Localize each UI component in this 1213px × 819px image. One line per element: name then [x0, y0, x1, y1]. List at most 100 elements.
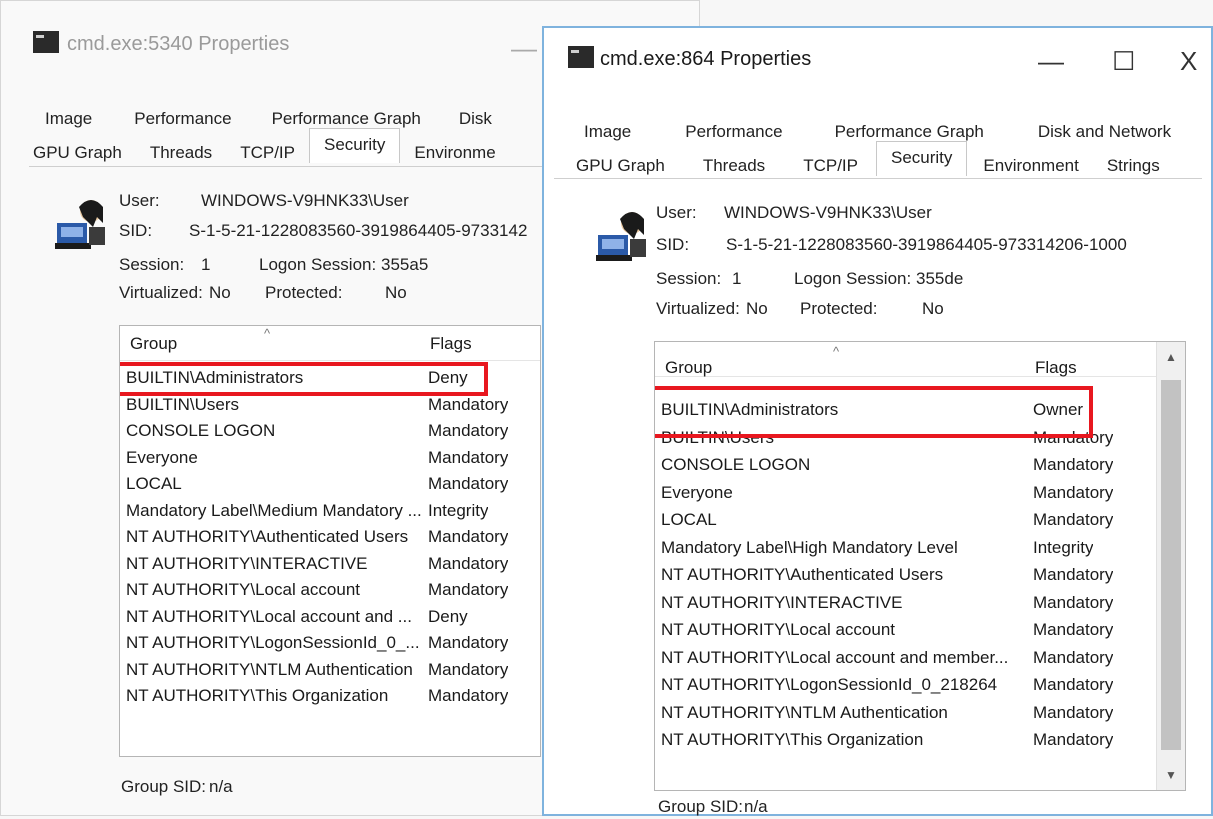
group-cell: Mandatory Label\High Mandatory Level [661, 537, 958, 557]
front-virtualized-value: No [746, 299, 768, 318]
back-column-flags[interactable]: Flags [430, 334, 472, 354]
front-tab-image[interactable]: Image [580, 122, 635, 142]
table-row[interactable]: NT AUTHORITY\NTLM Authentication Mandator… [655, 701, 1185, 726]
back-tab-gpu-graph[interactable]: GPU Graph [29, 143, 126, 163]
flags-cell: Mandatory [1033, 482, 1114, 502]
table-row[interactable]: NT AUTHORITY\INTERACTIVE Mandatory [655, 591, 1185, 616]
table-row[interactable]: NT AUTHORITY\LogonSessionId_0_218264 Mand… [655, 673, 1185, 698]
table-row[interactable]: NT AUTHORITY\This Organization Mandatory [655, 728, 1185, 753]
table-row[interactable]: NT AUTHORITY\INTERACTIVE Mandatory [120, 552, 540, 577]
front-group-sid-label: Group SID: [658, 797, 744, 816]
group-cell: NT AUTHORITY\INTERACTIVE [126, 553, 368, 573]
front-security-panel: User: WINDOWS-V9HNK33\User SID: S-1-5-21… [554, 178, 1202, 819]
back-group-sid-label: Group SID: [121, 777, 207, 796]
front-tab-performance[interactable]: Performance [681, 122, 786, 142]
group-cell: CONSOLE LOGON [661, 455, 811, 474]
front-logon-value: 355de [916, 269, 964, 288]
table-row[interactable]: NT AUTHORITY\LogonSessionId_0_... Mandato… [120, 631, 540, 656]
table-row[interactable]: NT AUTHORITY\NTLM Authentication Mandator… [120, 658, 540, 683]
group-cell: CONSOLE LOGON [126, 421, 276, 440]
flags-cell: Integrity [1033, 537, 1094, 557]
front-user-label: User: [656, 203, 697, 222]
front-sid-value: S-1-5-21-1228083560-3919864405-973314206… [726, 235, 1127, 254]
group-cell: BUILTIN\Users [126, 394, 240, 414]
flags-cell: Mandatory [428, 474, 509, 493]
sort-up-icon: ^ [264, 326, 271, 341]
table-row[interactable]: NT AUTHORITY\Local account Mandatory [120, 578, 540, 603]
front-properties-window[interactable]: cmd.exe:864 Properties — ☐ X Image Perfo… [542, 26, 1213, 816]
back-tab-disk[interactable]: Disk [455, 109, 496, 129]
front-session-label: Session: [656, 269, 722, 288]
front-session-value: 1 [732, 269, 742, 288]
scroll-down-icon[interactable]: ▼ [1157, 768, 1185, 782]
back-group-sid-value: n/a [209, 777, 233, 796]
front-tab-strings[interactable]: Strings [1103, 156, 1164, 176]
sort-up-icon: ^ [833, 344, 840, 359]
table-row[interactable]: LOCAL Mandatory [120, 472, 540, 497]
front-sid-label: SID: [656, 235, 690, 254]
back-tab-performance[interactable]: Performance [130, 109, 235, 129]
flags-cell: Mandatory [1033, 592, 1114, 612]
table-row[interactable]: CONSOLE LOGON Mandatory [655, 453, 1185, 478]
front-tab-performance-graph[interactable]: Performance Graph [831, 122, 988, 142]
table-row[interactable]: NT AUTHORITY\Local account Mandatory [655, 618, 1185, 643]
table-row[interactable]: CONSOLE LOGON Mandatory [120, 419, 540, 444]
back-protected-label: Protected: [265, 283, 343, 302]
back-security-panel: User: WINDOWS-V9HNK33\User SID: S-1-5-21… [29, 166, 569, 817]
front-group-list[interactable]: Group ^ Flags BUILTIN\Administrators Owne… [654, 341, 1186, 791]
table-row[interactable]: BUILTIN\Users Mandatory [120, 393, 540, 418]
back-tab-threads[interactable]: Threads [146, 143, 216, 163]
front-tab-threads[interactable]: Threads [699, 156, 769, 176]
table-row[interactable]: Mandatory Label\Medium Mandatory ... Inte… [120, 499, 540, 524]
table-row[interactable]: NT AUTHORITY\Authenticated Users Mandator… [655, 563, 1185, 588]
table-row[interactable]: NT AUTHORITY\Authenticated Users Mandator… [120, 525, 540, 550]
maximize-button[interactable]: ☐ [1112, 48, 1135, 74]
group-cell: NT AUTHORITY\Local account [126, 580, 360, 599]
front-tab-disk-network[interactable]: Disk and Network [1034, 122, 1175, 142]
flags-cell: Deny [428, 606, 468, 626]
front-column-flags[interactable]: Flags [1035, 358, 1077, 378]
table-row[interactable]: NT AUTHORITY\Local account and member...… [655, 646, 1185, 671]
scrollbar-thumb[interactable] [1161, 380, 1181, 750]
back-group-list[interactable]: Group ^ Flags BUILTIN\Administrators Deny… [119, 325, 541, 757]
back-tab-security[interactable]: Security [308, 128, 401, 163]
group-cell: NT AUTHORITY\This Organization [661, 730, 924, 749]
front-column-group[interactable]: Group [665, 358, 712, 378]
group-cell: NT AUTHORITY\This Organization [126, 686, 389, 705]
close-button[interactable]: X [1180, 48, 1197, 74]
back-tab-tcpip[interactable]: TCP/IP [236, 143, 299, 163]
back-column-group[interactable]: Group [130, 334, 177, 354]
flags-cell: Mandatory [428, 633, 509, 652]
front-logon-label: Logon Session: [794, 269, 912, 288]
back-virtualized-label: Virtualized: [119, 283, 203, 302]
front-tab-security[interactable]: Security [875, 141, 968, 176]
front-tab-gpu-graph[interactable]: GPU Graph [572, 156, 669, 176]
flags-cell: Mandatory [1033, 620, 1114, 639]
table-row[interactable]: Everyone Mandatory [655, 481, 1185, 506]
group-cell: NT AUTHORITY\Local account and ... [126, 606, 412, 626]
back-tab-performance-graph[interactable]: Performance Graph [268, 109, 425, 129]
table-row[interactable]: LOCAL Mandatory [655, 508, 1185, 533]
table-row[interactable]: NT AUTHORITY\This Organization Mandatory [120, 684, 540, 709]
flags-cell: Mandatory [1033, 675, 1114, 694]
group-cell: LOCAL [661, 510, 717, 529]
group-cell: NT AUTHORITY\NTLM Authentication [661, 702, 948, 722]
user-icon [596, 212, 646, 261]
back-minimize-button[interactable]: — [511, 35, 537, 61]
back-tab-environment[interactable]: Environme [410, 143, 499, 163]
front-window-title: cmd.exe:864 Properties [600, 48, 812, 70]
back-tab-image[interactable]: Image [41, 109, 96, 129]
front-tab-environment[interactable]: Environment [979, 156, 1082, 176]
table-row[interactable]: Mandatory Label\High Mandatory Level Inte… [655, 536, 1185, 561]
table-row[interactable]: Everyone Mandatory [120, 446, 540, 471]
table-row[interactable]: NT AUTHORITY\Local account and ... Deny [120, 605, 540, 630]
minimize-button[interactable]: — [1038, 48, 1064, 74]
group-cell: Everyone [126, 447, 198, 467]
flags-cell: Integrity [428, 500, 489, 520]
front-list-scrollbar[interactable]: ▲ ▼ [1156, 342, 1185, 790]
scroll-up-icon[interactable]: ▲ [1157, 350, 1185, 364]
front-title-bar[interactable]: cmd.exe:864 Properties — ☐ X [544, 28, 1211, 76]
back-virtualized-value: No [209, 283, 231, 302]
flags-cell: Mandatory [428, 447, 509, 467]
front-tab-tcpip[interactable]: TCP/IP [799, 156, 862, 176]
